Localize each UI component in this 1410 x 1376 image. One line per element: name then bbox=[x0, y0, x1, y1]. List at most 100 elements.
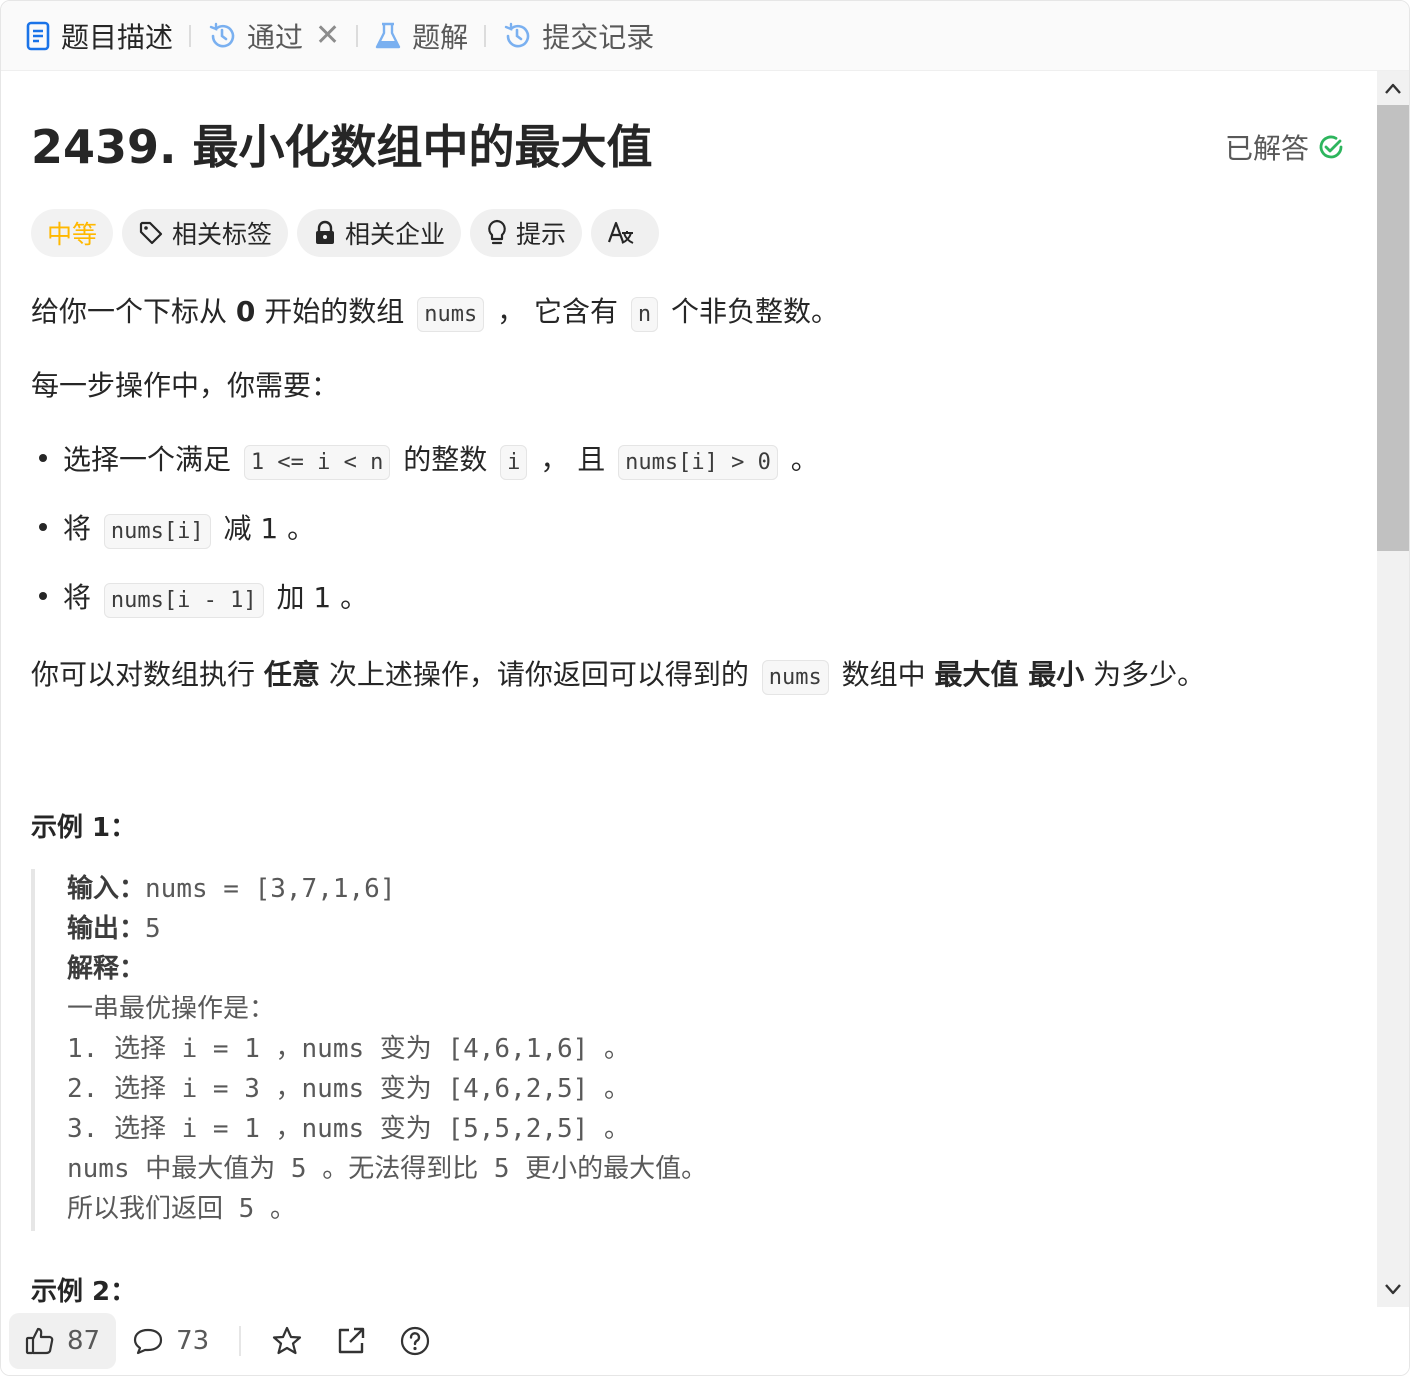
problem-content: 2439. 最小化数组中的最大值 已解答 中等 相关标签 相关企业 提示 给你一… bbox=[31, 71, 1361, 1307]
description-icon bbox=[26, 21, 50, 50]
external-link-icon bbox=[338, 1327, 365, 1354]
inline-code: nums[i - 1] bbox=[103, 583, 264, 618]
bullet bbox=[39, 592, 47, 600]
tab-label: 题解 bbox=[412, 20, 469, 54]
bullet bbox=[39, 523, 47, 531]
comment-count: 73 bbox=[176, 1326, 210, 1356]
question-circle-icon bbox=[401, 1326, 430, 1356]
description-paragraph: 每一步操作中，你需要： bbox=[31, 369, 340, 402]
hint-button[interactable]: 提示 bbox=[470, 209, 583, 257]
text: 的整数 bbox=[394, 443, 497, 476]
translate-button[interactable] bbox=[591, 209, 660, 257]
example-line: 一串最优操作是： bbox=[67, 994, 276, 1024]
problem-title[interactable]: 2439. 最小化数组中的最大值 bbox=[31, 117, 653, 177]
related-companies-label: 相关企业 bbox=[345, 220, 446, 249]
inline-code: nums[i] > 0 bbox=[618, 445, 778, 480]
related-tags-button[interactable]: 相关标签 bbox=[122, 209, 289, 257]
text: 。 bbox=[781, 443, 819, 476]
text: 将 bbox=[63, 581, 100, 614]
text-bold: 最大值 最小 bbox=[934, 658, 1085, 691]
flask-icon bbox=[375, 22, 401, 48]
text: 选择一个满足 bbox=[63, 443, 240, 476]
list-item: 将 nums[i] 减 1 。 bbox=[31, 509, 315, 552]
translate-icon bbox=[608, 221, 634, 244]
example-block: 输入：nums = [3,7,1,6] 输出：5 解释： 一串最优操作是： 1.… bbox=[31, 869, 931, 1231]
text: ， 它含有 bbox=[488, 295, 627, 328]
related-tags-label: 相关标签 bbox=[172, 220, 273, 249]
chevron-up-icon[interactable] bbox=[1383, 79, 1403, 99]
tab-label: 提交记录 bbox=[542, 20, 655, 54]
tab-submissions[interactable]: 提交记录 bbox=[502, 1, 654, 71]
text: 减 1 。 bbox=[214, 512, 316, 545]
example-input: 输入：nums = [3,7,1,6] bbox=[67, 869, 931, 909]
lock-icon bbox=[316, 220, 335, 244]
scrollbar-thumb[interactable] bbox=[1377, 105, 1409, 551]
solved-status: 已解答 bbox=[1225, 127, 1345, 167]
help-button[interactable] bbox=[383, 1313, 447, 1369]
history-icon bbox=[209, 22, 235, 47]
inline-code: 1 <= i < n bbox=[243, 445, 391, 480]
text: ， 且 bbox=[531, 443, 615, 476]
tab-solutions[interactable]: 题解 bbox=[374, 1, 468, 71]
list-item: 将 nums[i - 1] 加 1 。 bbox=[31, 578, 368, 621]
hint-label: 提示 bbox=[516, 220, 567, 249]
inline-code: nums[i] bbox=[103, 514, 211, 549]
bottom-toolbar: 87 73 bbox=[1, 1307, 1409, 1375]
example-line: 所以我们返回 5 。 bbox=[67, 1194, 296, 1224]
favorite-button[interactable] bbox=[255, 1313, 319, 1369]
like-button[interactable]: 87 bbox=[9, 1313, 117, 1369]
example-heading: 示例 1： bbox=[31, 813, 137, 843]
description-paragraph: 你可以对数组执行 任意 次上述操作，请你返回可以得到的 nums 数组中 最大值… bbox=[31, 655, 1205, 698]
comments-button[interactable]: 73 bbox=[116, 1313, 225, 1369]
text: 你可以对数组执行 bbox=[31, 658, 264, 691]
example-line: 1. 选择 i = 1 ，nums 变为 [4,6,1,6] 。 bbox=[67, 1034, 630, 1064]
text-bold: 0 bbox=[235, 295, 256, 328]
star-icon bbox=[273, 1326, 302, 1355]
text: 数组中 bbox=[832, 658, 935, 691]
example-line: 3. 选择 i = 1 ，nums 变为 [5,5,2,5] 。 bbox=[67, 1114, 630, 1144]
example-explanation: 解释： bbox=[67, 949, 931, 989]
description-paragraph: 给你一个下标从 0 开始的数组 nums ， 它含有 n 个非负整数。 bbox=[31, 292, 839, 335]
related-companies-button[interactable]: 相关企业 bbox=[297, 209, 462, 257]
share-button[interactable] bbox=[319, 1313, 383, 1369]
example-output: 输出：5 bbox=[67, 909, 931, 949]
tab-description[interactable]: 题目描述 bbox=[25, 1, 173, 71]
example-label: 解释： bbox=[67, 954, 146, 984]
example-value: 5 bbox=[145, 914, 161, 944]
text: 将 bbox=[63, 512, 100, 545]
thumbs-up-icon bbox=[25, 1327, 54, 1355]
tab-bar: 题目描述 通过 ✕ 题解 提交记录 bbox=[1, 1, 1409, 71]
example-value: nums = [3,7,1,6] bbox=[145, 874, 396, 904]
difficulty-badge: 中等 bbox=[31, 209, 114, 257]
inline-code: nums bbox=[417, 297, 485, 332]
like-count: 87 bbox=[67, 1326, 101, 1356]
tab-label: 题目描述 bbox=[61, 20, 174, 54]
toolbar-divider bbox=[239, 1326, 242, 1356]
example-label: 输入： bbox=[67, 874, 146, 904]
example-line: 2. 选择 i = 3 ，nums 变为 [4,6,2,5] 。 bbox=[67, 1074, 630, 1104]
example-line: nums 中最大值为 5 。无法得到比 5 更小的最大值。 bbox=[67, 1154, 708, 1184]
tab-label: 通过 bbox=[247, 20, 304, 54]
list-item: 选择一个满足 1 <= i < n 的整数 i ， 且 nums[i] > 0 … bbox=[31, 440, 819, 483]
inline-code: i bbox=[500, 445, 528, 480]
text: 次上述操作，请你返回可以得到的 bbox=[319, 658, 758, 691]
lightbulb-icon bbox=[488, 219, 506, 245]
inline-code: nums bbox=[761, 660, 829, 695]
solved-label: 已解答 bbox=[1224, 132, 1309, 165]
tag-icon bbox=[139, 221, 163, 245]
text: 为多少。 bbox=[1084, 658, 1206, 691]
chevron-down-icon[interactable] bbox=[1383, 1279, 1403, 1299]
text: 加 1 。 bbox=[267, 581, 369, 614]
text: 个非负整数。 bbox=[662, 295, 840, 328]
example-label: 输出： bbox=[67, 914, 146, 944]
check-circle-icon bbox=[1319, 135, 1343, 159]
scrollbar[interactable] bbox=[1377, 71, 1409, 1307]
text: 给你一个下标从 bbox=[31, 295, 236, 328]
tag-row: 中等 相关标签 相关企业 提示 bbox=[31, 209, 660, 257]
text: 开始的数组 bbox=[255, 295, 414, 328]
tab-accepted[interactable]: 通过 ✕ bbox=[207, 1, 340, 71]
tab-divider bbox=[484, 24, 487, 47]
example-heading: 示例 2： bbox=[31, 1277, 137, 1307]
close-icon[interactable]: ✕ bbox=[315, 18, 340, 53]
text-bold: 任意 bbox=[263, 658, 320, 691]
